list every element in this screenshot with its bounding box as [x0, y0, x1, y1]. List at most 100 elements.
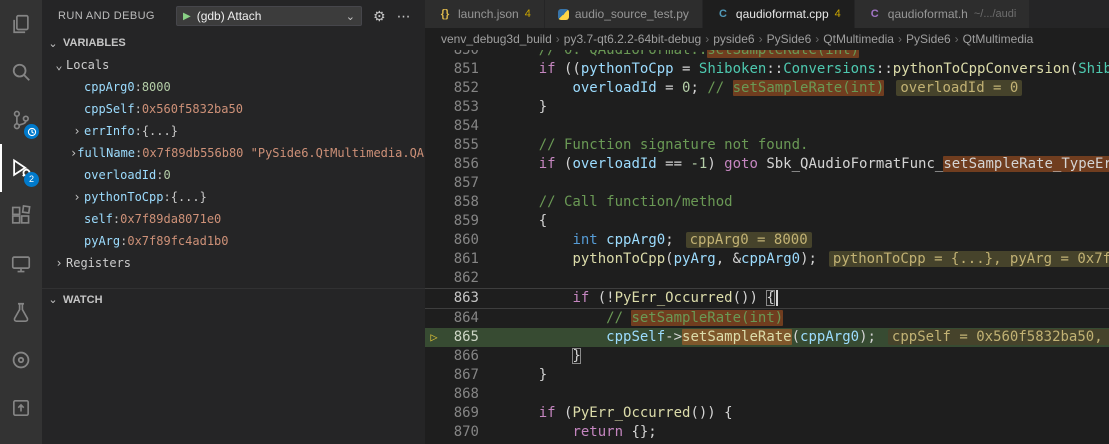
code-token: setSampleRate_TypeEr — [943, 156, 1109, 172]
tab-launch.json[interactable]: {}launch.json4 — [425, 0, 545, 28]
line-number[interactable]: 861 — [443, 250, 491, 269]
json-file-icon: {} — [438, 8, 452, 20]
watch-section-header[interactable]: ⌄ WATCH — [42, 288, 425, 310]
code-token: Sbk_QAudioFormatFunc_ — [758, 156, 943, 172]
code-line-850[interactable]: 850 // 0: QAudioFormat::setSampleRate(in… — [425, 50, 1109, 60]
line-number[interactable]: 869 — [443, 404, 491, 423]
line-number[interactable]: 860 — [443, 231, 491, 250]
code-line-869[interactable]: 869 if (PyErr_Occurred()) { — [425, 404, 1109, 423]
debug-inline-value: pythonToCpp = {...}, pyArg = 0x7f8 — [829, 251, 1109, 267]
code-line-851[interactable]: 851 if ((pythonToCpp = Shiboken::Convers… — [425, 60, 1109, 79]
code-line-868[interactable]: 868 — [425, 385, 1109, 404]
code-line-859[interactable]: 859 { — [425, 212, 1109, 231]
line-number[interactable]: 850 — [443, 50, 491, 60]
variables-scope-Locals[interactable]: ⌄Locals — [42, 54, 425, 76]
breadcrumb-item[interactable]: PySide6 — [767, 32, 812, 46]
variable-self[interactable]: self: 0x7f89da8071e0 — [42, 208, 425, 230]
gutter-spacer — [425, 289, 443, 308]
tab-audio_source_test.py[interactable]: audio_source_test.py — [545, 0, 703, 28]
code-line-862[interactable]: 862 — [425, 269, 1109, 288]
activity-bar-box-tool[interactable] — [0, 384, 42, 432]
line-number[interactable]: 853 — [443, 98, 491, 117]
activity-bar-explorer[interactable] — [0, 0, 42, 48]
breadcrumb-item[interactable]: PySide6 — [906, 32, 951, 46]
line-number[interactable]: 856 — [443, 155, 491, 174]
more-actions-icon[interactable]: ⋯ — [397, 8, 411, 25]
code-line-855[interactable]: 855 // Function signature not found. — [425, 136, 1109, 155]
line-number[interactable]: 851 — [443, 60, 491, 79]
code-editor[interactable]: 850 // 0: QAudioFormat::setSampleRate(in… — [425, 50, 1109, 444]
line-number[interactable]: 859 — [443, 212, 491, 231]
tab-label: launch.json — [458, 7, 519, 21]
breadcrumb-item[interactable]: pyside6 — [713, 32, 754, 46]
code-line-860[interactable]: 860 int cppArg0;cppArg0 = 8000 — [425, 231, 1109, 250]
line-number[interactable]: 864 — [443, 309, 491, 328]
variable-fullName[interactable]: ›fullName: 0x7f89db556b80 "PySide6.QtMul… — [42, 142, 425, 164]
variable-cppArg0[interactable]: cppArg0: 8000 — [42, 76, 425, 98]
line-number[interactable]: 868 — [443, 385, 491, 404]
code-line-854[interactable]: 854 — [425, 117, 1109, 136]
code-line-856[interactable]: 856 if (overloadId == -1) goto Sbk_QAudi… — [425, 155, 1109, 174]
code-text: } — [491, 366, 547, 385]
tab-qaudioformat.h[interactable]: Cqaudioformat.h~/.../audi — [855, 0, 1031, 28]
gutter-spacer — [425, 309, 443, 328]
code-line-866[interactable]: 866 } — [425, 347, 1109, 366]
code-token: if — [539, 61, 556, 77]
breadcrumb-item[interactable]: QtMultimedia — [963, 32, 1034, 46]
code-line-853[interactable]: 853 } — [425, 98, 1109, 117]
variables-section-header[interactable]: ⌄ VARIABLES — [42, 32, 425, 54]
code-line-852[interactable]: 852 overloadId = 0; // setSampleRate(int… — [425, 79, 1109, 98]
line-number[interactable]: 855 — [443, 136, 491, 155]
activity-bar-remote-explorer[interactable] — [0, 240, 42, 288]
code-token: cppArg0 — [800, 329, 859, 345]
variable-cppSelf[interactable]: cppSelf: 0x560f5832ba50 — [42, 98, 425, 120]
code-line-858[interactable]: 858 // Call function/method — [425, 193, 1109, 212]
code-line-863[interactable]: 863 if (!PyErr_Occurred()) { — [425, 288, 1109, 309]
line-number[interactable]: 854 — [443, 117, 491, 136]
variable-overloadId[interactable]: overloadId: 0 — [42, 164, 425, 186]
line-number[interactable]: 862 — [443, 269, 491, 288]
line-number[interactable]: 852 — [443, 79, 491, 98]
variables-scope-Registers[interactable]: ›Registers — [42, 252, 425, 274]
code-line-861[interactable]: 861 pythonToCpp(pyArg, &cppArg0);pythonT… — [425, 250, 1109, 269]
start-debug-icon[interactable]: ▶ — [183, 11, 191, 22]
code-token: ( — [556, 405, 573, 421]
remote-explorer-icon — [10, 253, 32, 275]
line-number[interactable]: 870 — [443, 423, 491, 442]
variable-errInfo[interactable]: ›errInfo: {...} — [42, 120, 425, 142]
breadcrumb-item[interactable]: venv_debug3d_build — [441, 32, 552, 46]
debug-settings-gear-icon[interactable]: ⚙ — [373, 8, 386, 25]
line-number[interactable]: 867 — [443, 366, 491, 385]
activity-bar-search[interactable] — [0, 48, 42, 96]
activity-bar-extensions[interactable] — [0, 192, 42, 240]
line-number[interactable]: 865 — [443, 328, 491, 347]
activity-bar-circle-tool[interactable] — [0, 336, 42, 384]
code-line-864[interactable]: 864 // setSampleRate(int) — [425, 309, 1109, 328]
line-number[interactable]: 858 — [443, 193, 491, 212]
activity-bar-testing[interactable] — [0, 288, 42, 336]
code-line-870[interactable]: 870 return {}; — [425, 423, 1109, 442]
breadcrumb-item[interactable]: QtMultimedia — [823, 32, 894, 46]
activity-bar-source-control[interactable] — [0, 96, 42, 144]
line-number[interactable]: 866 — [443, 347, 491, 366]
code-line-865[interactable]: ▷865 cppSelf->setSampleRate(cppArg0);cpp… — [425, 328, 1109, 347]
variable-pythonToCpp[interactable]: ›pythonToCpp: {...} — [42, 186, 425, 208]
breadcrumb-item[interactable]: py3.7-qt6.2.2-64bit-debug — [564, 32, 701, 46]
activity-bar-run-debug[interactable]: 2 — [0, 144, 42, 192]
code-text: if ((pythonToCpp = Shiboken::Conversions… — [491, 60, 1109, 79]
code-token: -1 — [690, 156, 707, 172]
line-number[interactable]: 857 — [443, 174, 491, 193]
code-line-867[interactable]: 867 } — [425, 366, 1109, 385]
code-line-857[interactable]: 857 — [425, 174, 1109, 193]
gutter-spacer — [425, 193, 443, 212]
code-token: ( — [1070, 61, 1078, 77]
debug-config-dropdown[interactable]: ▶ (gdb) Attach ⌄ — [176, 6, 362, 26]
gutter-spacer — [425, 231, 443, 250]
line-number[interactable]: 863 — [443, 289, 491, 308]
code-token: } — [505, 367, 547, 383]
tab-qaudioformat.cpp[interactable]: Cqaudioformat.cpp4 — [703, 0, 855, 28]
code-token — [505, 348, 572, 364]
variable-pyArg[interactable]: pyArg: 0x7f89fc4ad1b0 — [42, 230, 425, 252]
gutter: 867 — [425, 366, 491, 385]
chevron-down-icon: ⌄ — [346, 10, 355, 23]
